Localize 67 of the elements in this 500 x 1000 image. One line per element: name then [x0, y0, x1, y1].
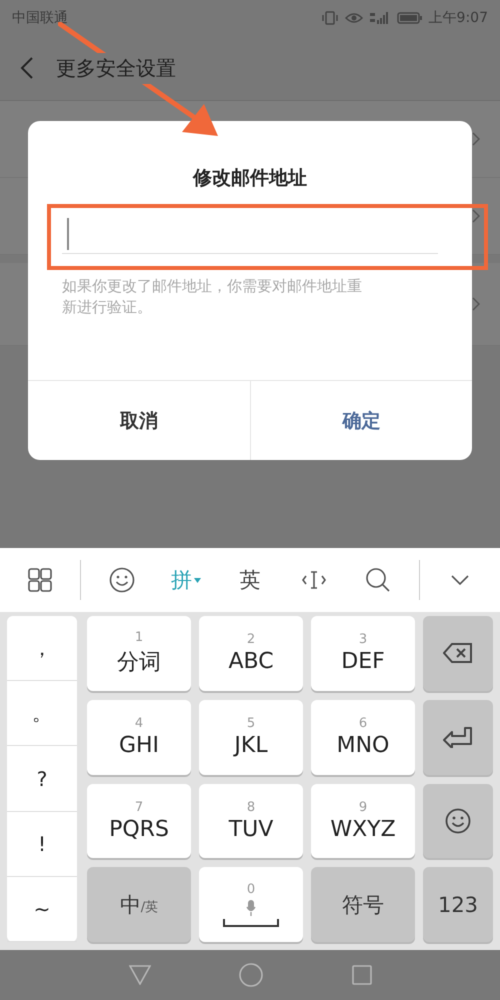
- function-key[interactable]: 符号: [311, 867, 415, 942]
- key-number: 5: [246, 716, 256, 732]
- key-number: 2: [246, 632, 256, 648]
- letter-key[interactable]: 6 MNO: [311, 700, 415, 774]
- letter-key[interactable]: 4 GHI: [87, 700, 191, 774]
- key-label: 分词: [117, 648, 161, 677]
- email-input-field[interactable]: [62, 215, 438, 254]
- clock-time: 上午9:07: [428, 9, 488, 27]
- page-title: 更多安全设置: [56, 52, 176, 84]
- backspace-icon: [443, 643, 473, 664]
- key-number: 9: [358, 800, 368, 815]
- hint-text: 如果你更改了邮件地址，你需要对邮件地址重新进行验证。: [62, 276, 363, 318]
- letter-key[interactable]: 5 JKL: [199, 700, 303, 774]
- key-label: TUV: [228, 816, 274, 842]
- symbol-key[interactable]: ?: [7, 746, 77, 812]
- microphone-icon: [246, 900, 256, 916]
- letter-key[interactable]: 2 ABC: [199, 616, 303, 691]
- cancel-button[interactable]: 取消: [28, 381, 250, 460]
- function-key[interactable]: 123: [423, 867, 493, 942]
- carrier-name: 中国联通: [12, 9, 68, 27]
- key-label: MNO: [336, 733, 390, 758]
- battery-icon: [396, 11, 423, 25]
- key-label: JKL: [234, 733, 268, 758]
- key-number: 8: [246, 800, 256, 815]
- key-label: DEF: [341, 649, 385, 674]
- search-icon[interactable]: [365, 567, 392, 593]
- key-label: GHI: [118, 733, 160, 758]
- dialog-title: 修改邮件地址: [192, 166, 308, 191]
- letter-key[interactable]: 1 分词: [87, 616, 191, 691]
- key-number: 0: [246, 882, 256, 898]
- language-key[interactable]: 中/英: [87, 867, 191, 942]
- signal-icon: [368, 11, 391, 25]
- key-label: WXYZ: [330, 816, 396, 842]
- key-number: 7: [134, 800, 144, 815]
- letter-key[interactable]: 7 PQRS: [87, 784, 191, 858]
- chevron-icon: [472, 209, 480, 223]
- key-number: 6: [358, 716, 368, 732]
- key-number: 4: [134, 716, 144, 732]
- key-label: ABC: [228, 649, 274, 674]
- chevron-icon: [472, 132, 480, 146]
- key-number: 1: [134, 630, 144, 645]
- key-sub-label: /英: [140, 899, 158, 916]
- enter-key[interactable]: [423, 700, 493, 774]
- symbol-key[interactable]: !: [7, 812, 77, 877]
- letter-key[interactable]: 9 WXYZ: [311, 784, 415, 858]
- input-mode-tab[interactable]: 英: [239, 566, 260, 594]
- space-bar-icon: [223, 919, 279, 928]
- symbol-key[interactable]: ，: [7, 616, 77, 682]
- chevron-down-icon[interactable]: [450, 575, 469, 585]
- smiley-icon[interactable]: [108, 567, 135, 593]
- grid-icon[interactable]: [27, 567, 54, 593]
- symbol-key[interactable]: ~: [7, 876, 77, 942]
- enter-icon: [443, 726, 473, 748]
- vibrate-icon: [320, 11, 339, 25]
- symbol-key[interactable]: 。: [7, 681, 77, 746]
- eye-icon: [344, 11, 363, 25]
- letter-key[interactable]: 8 TUV: [199, 784, 303, 858]
- back-icon[interactable]: [20, 56, 34, 80]
- caret-icon: [194, 578, 201, 582]
- letter-key[interactable]: 3 DEF: [311, 616, 415, 691]
- emoji-key[interactable]: [423, 784, 493, 858]
- confirm-button[interactable]: 确定: [250, 381, 472, 460]
- key-number: 3: [358, 632, 368, 648]
- chevron-icon: [472, 297, 480, 311]
- smiley-icon: [445, 808, 471, 834]
- backspace-key[interactable]: [423, 616, 493, 691]
- key-label: PQRS: [109, 816, 169, 842]
